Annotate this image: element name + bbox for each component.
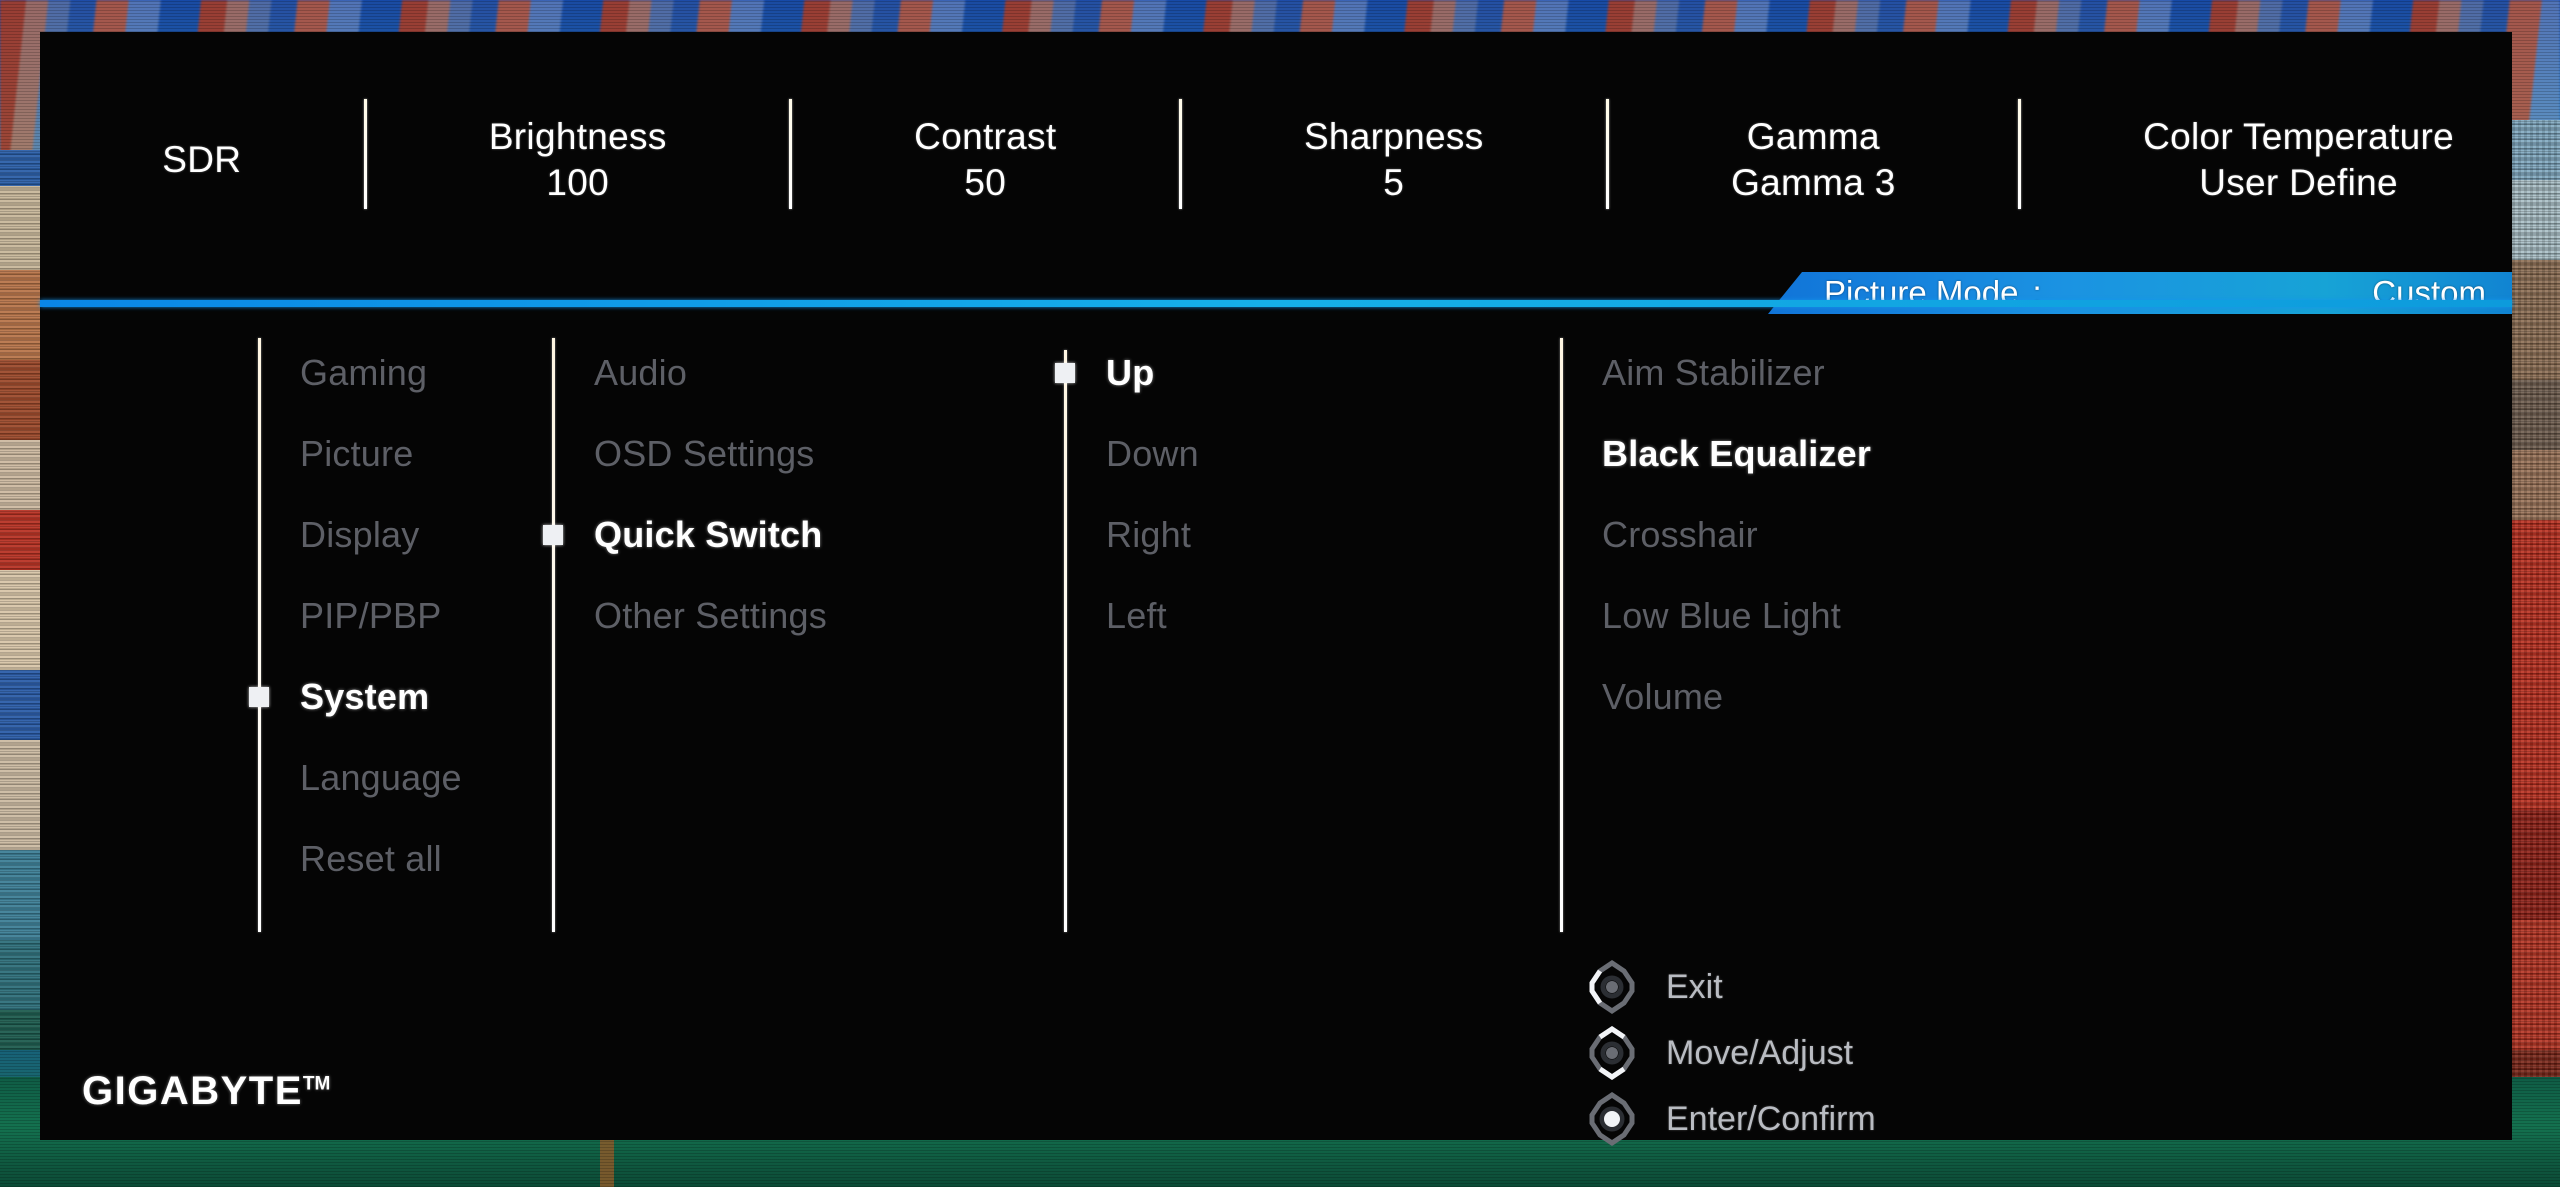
status-item-label: Gamma (1746, 116, 1880, 158)
brand-logo: GIGABYTETM (82, 1069, 330, 1114)
status-item-color-temperature: Color Temperature User Define (2143, 102, 2454, 204)
menu-item-label: Audio (594, 351, 688, 393)
status-item-label: Sharpness (1303, 116, 1484, 158)
status-item-label: Contrast (914, 116, 1057, 158)
menu-item-label: System (300, 675, 430, 717)
menu-item-crosshair[interactable]: Crosshair (1560, 494, 1871, 575)
hint-label: Enter/Confirm (1666, 1099, 1876, 1138)
status-separator (1605, 98, 1609, 209)
menu-item-audio[interactable]: Audio (552, 332, 827, 413)
menu-item-label: Up (1106, 351, 1155, 393)
status-item-value: 5 (1383, 161, 1405, 203)
brand-name: GIGABYTE (82, 1069, 303, 1113)
osd-divider-line (40, 300, 2512, 307)
status-item-label: SDR (162, 138, 242, 180)
hint-label: Exit (1666, 967, 1723, 1006)
hint-enter-confirm: Enter/Confirm (1584, 1086, 1876, 1152)
menu-item-label: Right (1106, 513, 1192, 555)
osd-menu-area: Gaming Picture Display PIP/PBP System La… (40, 332, 2512, 1147)
status-item-value: Gamma 3 (1731, 161, 1896, 203)
joystick-press-icon (1589, 1091, 1635, 1147)
status-separator (788, 98, 792, 209)
menu-item-label: Left (1106, 594, 1167, 636)
status-item-value: 100 (546, 161, 610, 203)
status-item-value: 50 (964, 161, 1007, 203)
menu-item-pip-pbp[interactable]: PIP/PBP (258, 575, 462, 656)
menu-item-other-settings[interactable]: Other Settings (552, 575, 827, 656)
status-separator (2017, 98, 2021, 209)
menu-item-low-blue-light[interactable]: Low Blue Light (1560, 575, 1871, 656)
joystick-hints: Exit Move/Adjust Enter/Confirm (1584, 954, 1876, 1152)
status-item-gamma: Gamma Gamma 3 (1731, 102, 1896, 204)
hint-label: Move/Adjust (1666, 1033, 1854, 1072)
status-item-value: User Define (2199, 161, 2398, 203)
status-item-brightness: Brightness 100 (489, 102, 667, 204)
osd-status-bar: SDR Brightness 100 Contrast 50 Sharpness… (40, 32, 2512, 275)
selection-marker-icon (543, 524, 563, 545)
menu-item-label: Display (300, 513, 420, 555)
status-item-label: Color Temperature (2143, 116, 2454, 158)
status-item-sharpness: Sharpness 5 (1304, 102, 1484, 204)
menu-item-label: Black Equalizer (1602, 432, 1872, 474)
joystick-left-icon (1589, 959, 1635, 1015)
menu-item-volume[interactable]: Volume (1560, 656, 1871, 737)
osd-panel: SDR Brightness 100 Contrast 50 Sharpness… (40, 32, 2512, 1147)
menu-item-quick-switch[interactable]: Quick Switch (543, 494, 827, 575)
status-item-label: Brightness (488, 116, 667, 158)
selection-marker-icon (249, 686, 269, 707)
menu-item-reset-all[interactable]: Reset all (258, 818, 462, 899)
menu-item-label: PIP/PBP (300, 594, 442, 636)
status-separator (1178, 98, 1182, 209)
menu-item-gaming[interactable]: Gaming (258, 332, 462, 413)
menu-item-label: Picture (300, 432, 414, 474)
menu-item-label: Volume (1602, 675, 1724, 717)
menu-item-label: Language (300, 756, 462, 798)
status-separator (363, 98, 367, 209)
status-item-contrast: Contrast 50 (914, 102, 1056, 204)
menu-item-picture[interactable]: Picture (258, 413, 462, 494)
menu-item-system[interactable]: System (249, 656, 462, 737)
menu-item-left[interactable]: Left (1064, 575, 1199, 656)
menu-item-label: Other Settings (594, 594, 827, 636)
menu-item-black-equalizer[interactable]: Black Equalizer (1560, 413, 1871, 494)
picture-mode-ribbon: Picture Mode : Custom (1768, 272, 2512, 314)
menu-item-language[interactable]: Language (258, 737, 462, 818)
menu-item-label: Low Blue Light (1602, 594, 1841, 636)
joystick-updown-icon (1589, 1025, 1635, 1081)
menu-item-aim-stabilizer[interactable]: Aim Stabilizer (1560, 332, 1871, 413)
menu-item-right[interactable]: Right (1064, 494, 1199, 575)
menu-item-label: Crosshair (1602, 513, 1758, 555)
hint-move-adjust: Move/Adjust (1584, 1020, 1876, 1086)
menu-item-osd-settings[interactable]: OSD Settings (552, 413, 827, 494)
menu-item-label: OSD Settings (594, 432, 815, 474)
menu-item-label: Down (1106, 432, 1199, 474)
menu-item-label: Quick Switch (594, 513, 823, 555)
hint-exit: Exit (1584, 954, 1876, 1020)
menu-item-down[interactable]: Down (1064, 413, 1199, 494)
selection-marker-icon (1055, 362, 1075, 383)
menu-item-up[interactable]: Up (1055, 332, 1199, 413)
menu-item-label: Aim Stabilizer (1602, 351, 1825, 393)
brand-tm: TM (302, 1073, 331, 1095)
menu-item-label: Reset all (300, 837, 442, 879)
status-item-sdr: SDR (162, 125, 241, 182)
menu-item-label: Gaming (300, 351, 428, 393)
menu-item-display[interactable]: Display (258, 494, 462, 575)
